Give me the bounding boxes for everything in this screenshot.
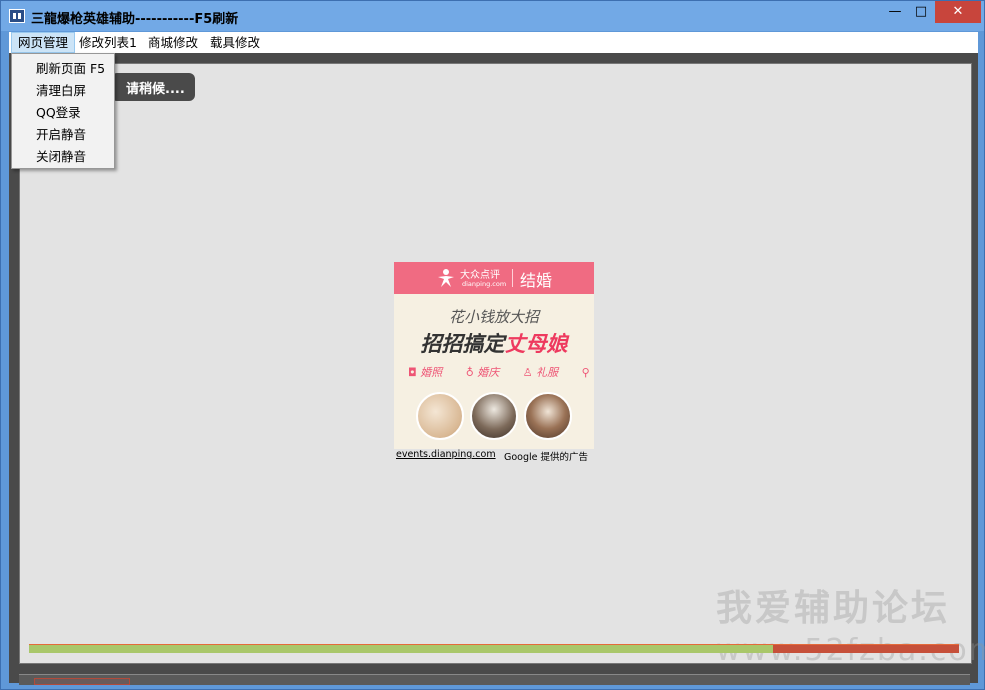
- ad-footer: events.dianping.com Google 提供的广告: [394, 449, 594, 463]
- web-manage-dropdown: 刷新页面 F5 清理白屏 QQ登录 开启静音 关闭静音: [11, 53, 115, 169]
- app-icon: [9, 9, 25, 23]
- status-tab[interactable]: [34, 678, 130, 685]
- window-title: 三龍爆枪英雄辅助-----------F5刷新: [31, 12, 239, 27]
- progress-fill: [773, 645, 959, 653]
- ad-logo-text: 大众点评: [460, 270, 500, 281]
- ad-tag-item: ⚲ 场地: [581, 366, 594, 379]
- ad-divider: [512, 269, 513, 287]
- menu-shop-modify[interactable]: 商城修改: [142, 32, 204, 53]
- app-window: 三龍爆枪英雄辅助-----------F5刷新 — □ ✕ 网页管理 修改列表1…: [0, 0, 985, 690]
- ad-subheading: 花小钱放大招: [448, 308, 539, 326]
- ad-link[interactable]: events.dianping.com: [396, 449, 496, 460]
- title-bar[interactable]: 三龍爆枪英雄辅助-----------F5刷新 — □ ✕: [1, 1, 984, 31]
- status-strip: [19, 674, 970, 685]
- menu-mute-off[interactable]: 关闭静音: [12, 146, 114, 168]
- ad-headline-part-a: 招招搞定: [420, 332, 505, 356]
- ad-headline-part-b: 丈母娘: [504, 332, 568, 356]
- ad-photo: [416, 392, 464, 440]
- ad-headline: 招招搞定丈母娘: [394, 328, 594, 358]
- ad-tag-item: ♙ 礼服: [522, 366, 559, 379]
- menu-qq-login[interactable]: QQ登录: [12, 102, 114, 124]
- ad-banner[interactable]: 大众点评 dianping.com 结婚 花小钱放大招 招招搞定丈母娘 ◘ 婚照…: [394, 262, 594, 462]
- menu-refresh-page[interactable]: 刷新页面 F5: [12, 58, 114, 80]
- ad-category: 结婚: [520, 271, 553, 290]
- ad-photo: [524, 392, 572, 440]
- ad-tag-list: ◘ 婚照 ♁ 婚庆 ♙ 礼服 ⚲ 场地: [408, 364, 594, 380]
- minimize-button[interactable]: —: [881, 1, 909, 23]
- ad-attribution: Google 提供的广告: [504, 452, 589, 463]
- ad-header: 大众点评 dianping.com 结婚: [394, 262, 594, 294]
- menu-mute-on[interactable]: 开启静音: [12, 124, 114, 146]
- menu-vehicle-modify[interactable]: 载具修改: [204, 32, 266, 53]
- ad-tag-item: ♁ 婚庆: [465, 366, 500, 379]
- menu-clear-white-screen[interactable]: 清理白屏: [12, 80, 114, 102]
- watermark-text: 我爱辅助论坛: [716, 588, 951, 629]
- menu-bar: 网页管理 修改列表1 商城修改 载具修改: [9, 32, 978, 53]
- menu-web-manage[interactable]: 网页管理: [11, 32, 76, 53]
- ad-tag-item: ◘ 婚照: [408, 366, 443, 379]
- maximize-button[interactable]: □: [907, 1, 935, 23]
- ad-logo-domain: dianping.com: [462, 280, 507, 288]
- loading-indicator: 请稍候....: [111, 73, 195, 101]
- progress-bar: [29, 644, 959, 653]
- ad-photo: [470, 392, 518, 440]
- loading-text: 请稍候....: [126, 82, 185, 97]
- dianping-logo-icon: [438, 269, 454, 287]
- close-button[interactable]: ✕: [935, 1, 981, 23]
- menu-modify-list-1[interactable]: 修改列表1: [73, 32, 143, 53]
